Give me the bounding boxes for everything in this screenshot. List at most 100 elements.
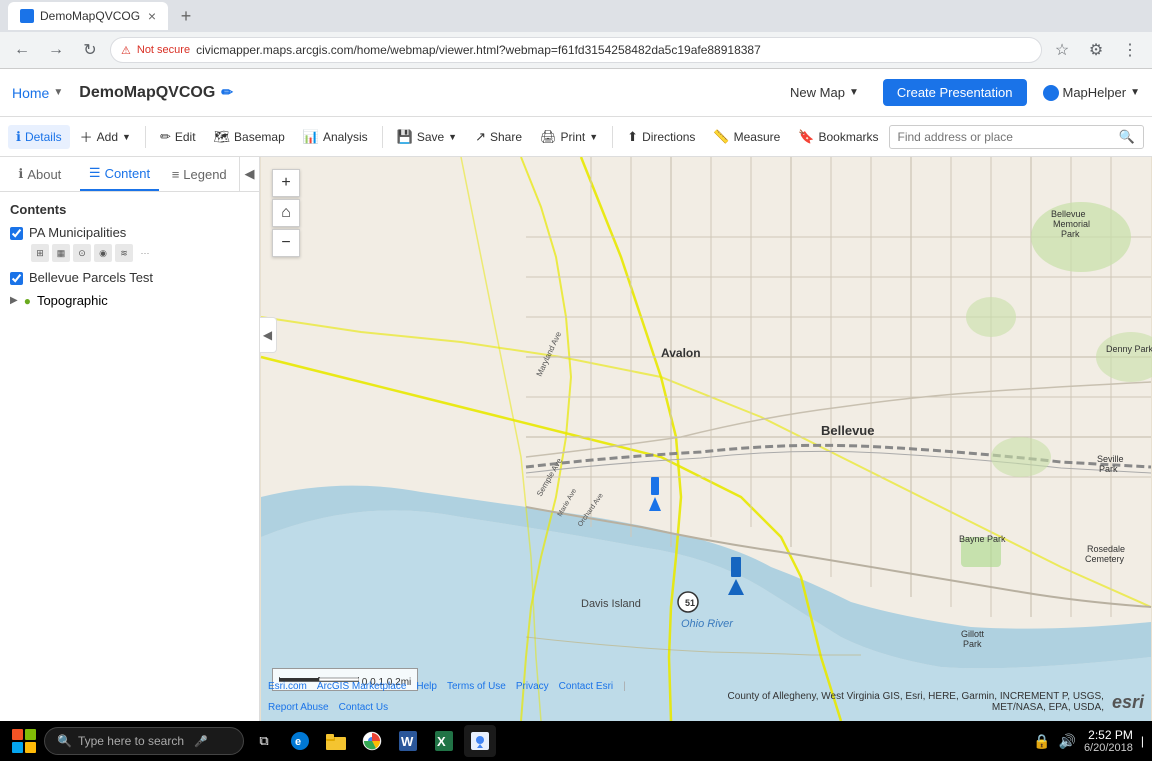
about-label: About — [27, 167, 61, 182]
taskbar-search-box[interactable]: 🔍 Type here to search 🎤 — [44, 727, 244, 755]
sidebar: ℹ About ☰ Content ≡ Legend ◀ Contents PA… — [0, 157, 260, 721]
edit-title-icon[interactable]: ✏ — [221, 84, 233, 101]
print-chevron-icon: ▼ — [589, 132, 598, 142]
back-button[interactable]: ← — [8, 36, 36, 64]
attribution: Esri.com ArcGIS Marketplace Help Terms o… — [260, 681, 1152, 713]
tab-close-button[interactable]: × — [148, 8, 156, 24]
svg-text:Park: Park — [1099, 464, 1118, 474]
active-tab[interactable]: DemoMapQVCOG × — [8, 2, 168, 30]
search-box[interactable]: 🔍 — [889, 125, 1144, 149]
excel-button[interactable]: X — [428, 725, 460, 757]
arcgis-marketplace-link[interactable]: ArcGIS Marketplace — [317, 681, 406, 692]
refresh-button[interactable]: ↻ — [76, 36, 104, 64]
layer-tool-analysis[interactable]: ≋ — [115, 244, 133, 262]
esri-com-link[interactable]: Esri.com — [268, 681, 307, 692]
privacy-link[interactable]: Privacy — [516, 681, 549, 692]
layer-tool-more[interactable]: ··· — [136, 244, 154, 262]
directions-label: Directions — [642, 130, 695, 144]
new-map-chevron-icon: ▼ — [849, 87, 859, 98]
help-link[interactable]: Help — [416, 681, 437, 692]
layer-name-pa-municipalities: PA Municipalities — [29, 225, 154, 240]
toolbar-separator-2 — [382, 126, 383, 148]
add-icon: ＋ — [80, 127, 93, 146]
app-header: Home ▼ DemoMapQVCOG ✏ New Map ▼ Create P… — [0, 69, 1152, 117]
layer-tool-style[interactable]: ◉ — [94, 244, 112, 262]
add-button[interactable]: ＋ Add ▼ — [72, 123, 139, 150]
bookmarks-button[interactable]: 🔖 Bookmarks — [790, 125, 886, 149]
network-icon[interactable]: 🔒 — [1033, 733, 1050, 750]
tab-about[interactable]: ℹ About — [0, 157, 80, 191]
bookmarks-icon: 🔖 — [798, 129, 814, 145]
cortana-icon: 🎤 — [194, 735, 208, 748]
clock[interactable]: 2:52 PM 6/20/2018 — [1084, 728, 1133, 754]
volume-icon[interactable]: 🔊 — [1059, 733, 1076, 750]
measure-button[interactable]: 📏 Measure — [705, 125, 788, 149]
layer-tool-filter[interactable]: ⊙ — [73, 244, 91, 262]
task-view-button[interactable]: ⧉ — [248, 725, 280, 757]
share-button[interactable]: ↗ Share — [467, 125, 530, 149]
analysis-icon: 📊 — [303, 129, 319, 145]
layer-name-bellevue-parcels: Bellevue Parcels Test — [29, 270, 249, 285]
basemap-button[interactable]: 🗺 Basemap — [206, 125, 293, 149]
sidebar-expand-button[interactable]: ◀ — [260, 317, 277, 353]
new-tab-button[interactable]: + — [172, 2, 200, 30]
search-input[interactable] — [898, 130, 1113, 144]
tab-legend[interactable]: ≡ Legend — [159, 157, 239, 191]
map-controls: + ⌂ − — [272, 169, 300, 257]
layer-tool-table[interactable]: ⊞ — [31, 244, 49, 262]
taskbar: 🔍 Type here to search 🎤 ⧉ e W X 🔒 🔊 2:52… — [0, 721, 1152, 761]
address-bar-row: ← → ↻ ⚠ Not secure civicmapper.maps.arcg… — [0, 32, 1152, 68]
add-chevron-icon: ▼ — [122, 132, 131, 142]
maphelper-button[interactable]: MapHelper ▼ — [1043, 85, 1141, 101]
layer-checkbox-pa-municipalities[interactable] — [10, 227, 23, 240]
address-bar[interactable]: ⚠ Not secure civicmapper.maps.arcgis.com… — [110, 37, 1042, 63]
svg-text:Park: Park — [963, 639, 982, 649]
svg-text:Gillott: Gillott — [961, 629, 985, 639]
edge-button[interactable]: e — [284, 725, 316, 757]
bookmark-button[interactable]: ☆ — [1048, 36, 1076, 64]
create-presentation-button[interactable]: Create Presentation — [883, 79, 1027, 106]
home-label: Home — [12, 85, 49, 101]
url-text: civicmapper.maps.arcgis.com/home/webmap/… — [196, 43, 1031, 57]
about-icon: ℹ — [18, 166, 23, 182]
layer-tools-pa-municipalities: ⊞ ▦ ⊙ ◉ ≋ ··· — [31, 244, 154, 262]
file-explorer-button[interactable] — [320, 725, 352, 757]
home-link[interactable]: Home ▼ — [12, 85, 63, 101]
analysis-button[interactable]: 📊 Analysis — [295, 125, 376, 149]
zoom-in-button[interactable]: + — [272, 169, 300, 197]
menu-button[interactable]: ⋮ — [1116, 36, 1144, 64]
svg-text:Denny Park: Denny Park — [1106, 344, 1152, 354]
edit-button[interactable]: ✏ Edit — [152, 125, 204, 149]
layer-tool-grid[interactable]: ▦ — [52, 244, 70, 262]
directions-button[interactable]: ⬆ Directions — [619, 125, 703, 149]
contact-link[interactable]: Contact Esri — [559, 681, 613, 692]
maphelper-label: MapHelper — [1063, 85, 1127, 100]
search-icon[interactable]: 🔍 — [1119, 129, 1135, 145]
maps-button[interactable] — [464, 725, 496, 757]
sidebar-tabs: ℹ About ☰ Content ≡ Legend ◀ — [0, 157, 259, 192]
extensions-button[interactable]: ⚙ — [1082, 36, 1110, 64]
security-icon: ⚠ — [121, 44, 131, 57]
contact-us-link[interactable]: Contact Us — [339, 702, 388, 713]
forward-button[interactable]: → — [42, 36, 70, 64]
chrome-button[interactable] — [356, 725, 388, 757]
terms-link[interactable]: Terms of Use — [447, 681, 506, 692]
tab-content[interactable]: ☰ Content — [80, 157, 160, 191]
print-button[interactable]: 🖨 Print ▼ — [532, 125, 606, 149]
layer-group-topographic[interactable]: ▶ ● Topographic — [10, 293, 249, 308]
zoom-home-button[interactable]: ⌂ — [272, 199, 300, 227]
layer-checkbox-bellevue-parcels[interactable] — [10, 272, 23, 285]
toolbar-separator-1 — [145, 126, 146, 148]
report-abuse-link[interactable]: Report Abuse — [268, 702, 329, 713]
print-label: Print — [561, 130, 586, 144]
show-desktop-button[interactable]: | — [1141, 734, 1144, 748]
map-container[interactable]: Bellevue Avalon Davis Island Ohio River … — [260, 157, 1152, 721]
zoom-out-button[interactable]: − — [272, 229, 300, 257]
save-button[interactable]: 💾 Save ▼ — [389, 125, 465, 149]
new-map-button[interactable]: New Map ▼ — [782, 81, 867, 104]
start-button[interactable] — [8, 725, 40, 757]
word-button[interactable]: W — [392, 725, 424, 757]
sidebar-collapse-button[interactable]: ◀ — [239, 157, 259, 191]
details-button[interactable]: ℹ Details — [8, 125, 70, 149]
svg-text:Rosedale: Rosedale — [1087, 544, 1125, 554]
